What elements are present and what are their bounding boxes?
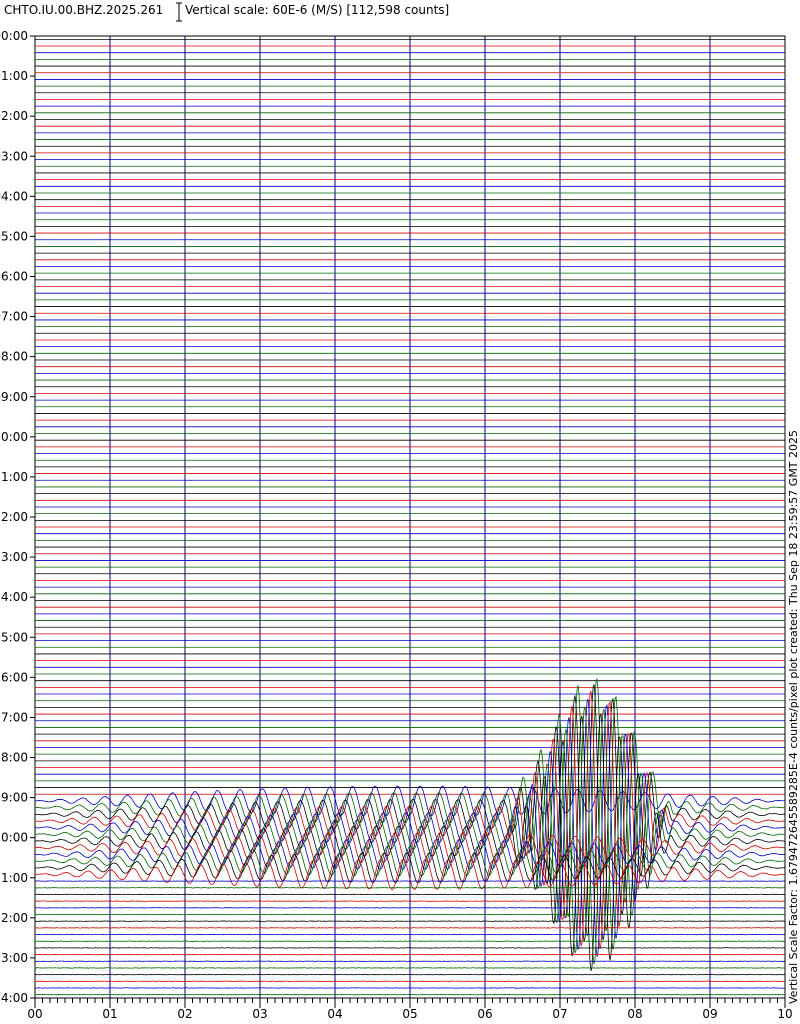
x-tick-label: 10 xyxy=(777,1007,792,1021)
y-tick-label: 13:00 xyxy=(0,550,28,564)
x-tick-label: 03 xyxy=(252,1007,267,1021)
x-tick-label: 08 xyxy=(627,1007,642,1021)
y-tick-label: 23:00 xyxy=(0,951,28,965)
y-tick-label: 12:00 xyxy=(0,510,28,524)
y-tick-label: 04:00 xyxy=(0,189,28,203)
y-tick-label: 02:00 xyxy=(0,109,28,123)
plot-footnote: Vertical Scale Factor: 1.679472645589285… xyxy=(787,429,800,1004)
y-tick-label: 10:00 xyxy=(0,430,28,444)
y-tick-label: 06:00 xyxy=(0,270,28,284)
y-tick-label: 17:00 xyxy=(0,710,28,724)
x-tick-label: 04 xyxy=(327,1007,342,1021)
y-tick-label: 16:00 xyxy=(0,670,28,684)
x-tick-label: 01 xyxy=(102,1007,117,1021)
x-tick-label: 00 xyxy=(27,1007,42,1021)
y-tick-label: 19:00 xyxy=(0,791,28,805)
y-tick-label: 18:00 xyxy=(0,751,28,765)
y-tick-label: 21:00 xyxy=(0,871,28,885)
y-tick-label: 22:00 xyxy=(0,911,28,925)
y-tick-label: 01:00 xyxy=(0,69,28,83)
y-tick-label: 05:00 xyxy=(0,229,28,243)
y-tick-label: 14:00 xyxy=(0,590,28,604)
y-tick-label: 20:00 xyxy=(0,831,28,845)
x-tick-label: 02 xyxy=(177,1007,192,1021)
y-tick-label: 07:00 xyxy=(0,310,28,324)
x-tick-label: 07 xyxy=(552,1007,567,1021)
helicorder-plot: 00:00 01:00 02:00 03:00 04:00 05:00 06:00 07:00… xyxy=(0,29,793,1021)
x-tick-label: 06 xyxy=(477,1007,492,1021)
y-tick-label: 03:00 xyxy=(0,149,28,163)
y-tick-label: 08:00 xyxy=(0,350,28,364)
y-tick-label: 11:00 xyxy=(0,470,28,484)
x-tick-label: 09 xyxy=(702,1007,717,1021)
y-tick-label: 00:00 xyxy=(0,29,28,43)
y-tick-label: 09:00 xyxy=(0,390,28,404)
y-tick-label: 15:00 xyxy=(0,630,28,644)
y-tick-label: 24:00 xyxy=(0,991,28,1005)
x-tick-label: 05 xyxy=(402,1007,417,1021)
